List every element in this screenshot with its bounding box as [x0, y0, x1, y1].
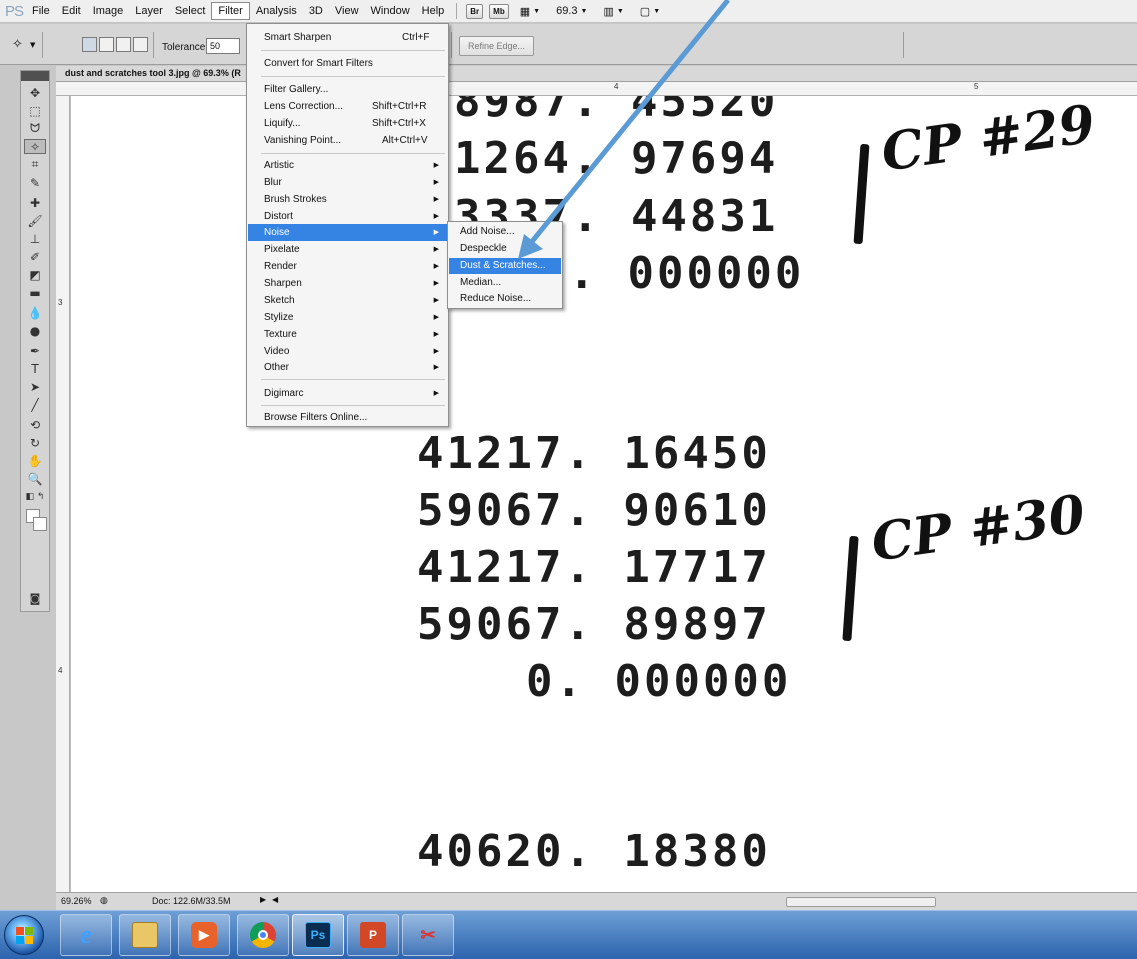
taskbar-file-explorer[interactable] — [119, 914, 171, 956]
arrow-line — [528, 0, 730, 246]
taskbar-media-player[interactable]: ▶ — [178, 914, 230, 956]
taskbar-chrome[interactable] — [237, 914, 289, 956]
chrome-center-icon — [258, 930, 268, 940]
folder-icon — [132, 922, 158, 948]
taskbar-internet-explorer[interactable]: e — [60, 914, 112, 956]
windows-logo-icon — [25, 936, 33, 944]
internet-explorer-icon: e — [80, 920, 92, 949]
windows-logo-icon — [16, 936, 24, 944]
windows-logo-icon — [16, 927, 24, 935]
pointer-arrow-annotation — [518, 0, 730, 259]
windows-taskbar: e ▶ Ps P ✂ — [0, 910, 1137, 959]
taskbar-snipping-tool[interactable]: ✂ — [402, 914, 454, 956]
media-player-icon: ▶ — [191, 922, 217, 948]
arrow-head — [518, 234, 543, 259]
start-button[interactable] — [4, 915, 44, 955]
photoshop-icon: Ps — [305, 922, 331, 948]
taskbar-powerpoint[interactable]: P — [347, 914, 399, 956]
windows-logo-icon — [25, 927, 33, 935]
taskbar-photoshop[interactable]: Ps — [292, 914, 344, 956]
chrome-icon — [250, 922, 276, 948]
powerpoint-icon: P — [360, 922, 386, 948]
snipping-tool-icon: ✂ — [420, 924, 436, 945]
